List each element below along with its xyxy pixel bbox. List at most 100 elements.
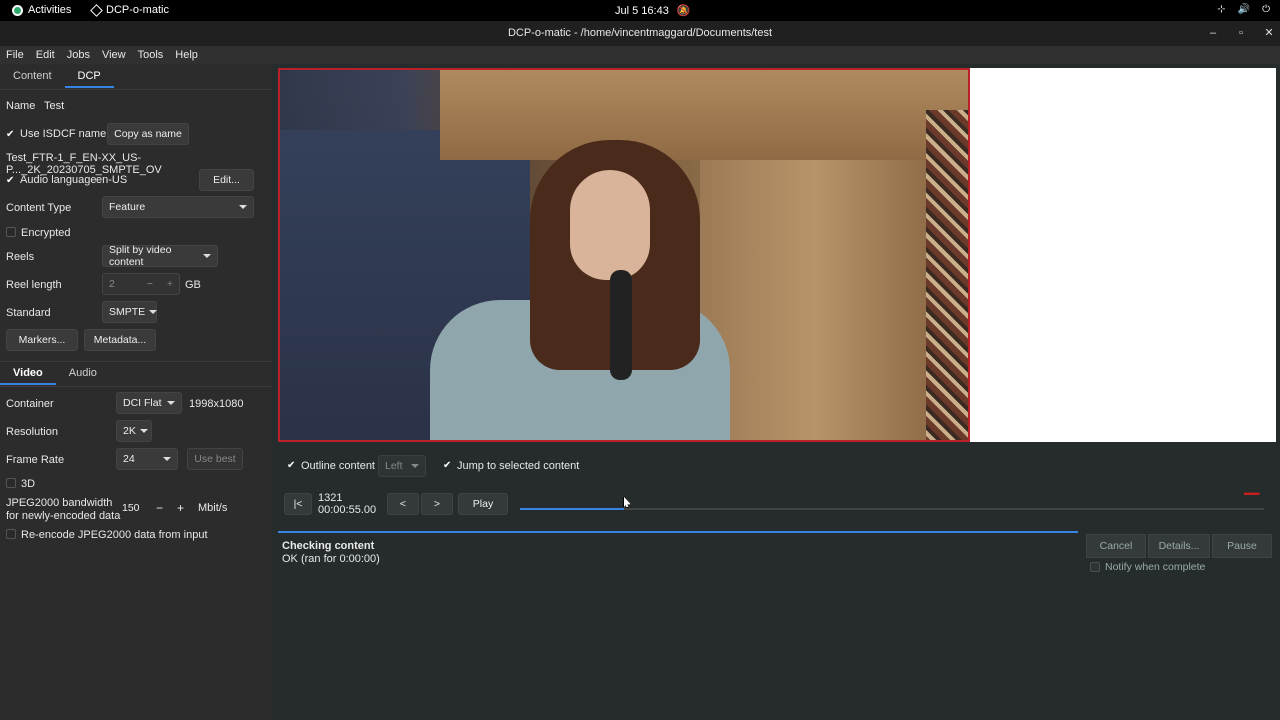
standard-dropdown[interactable]: SMPTE bbox=[102, 301, 158, 323]
jpeg-bandwidth-plus-icon[interactable]: + bbox=[177, 501, 184, 515]
clock[interactable]: Jul 5 16:43 🔕 bbox=[615, 4, 691, 18]
timeline-marker-icon: ▬▬ bbox=[1244, 488, 1260, 497]
menu-view[interactable]: View bbox=[96, 49, 132, 61]
container-label: Container bbox=[6, 398, 54, 410]
checkmark-icon: ✔ bbox=[6, 175, 15, 186]
jpeg-bandwidth-label: JPEG2000 bandwidth for newly-encoded dat… bbox=[6, 497, 120, 523]
close-button[interactable]: ✕ bbox=[1258, 21, 1280, 46]
jpeg-bandwidth-minus-icon[interactable]: − bbox=[156, 501, 163, 515]
reel-length-minus-icon[interactable]: − bbox=[147, 278, 153, 290]
menu-tools[interactable]: Tools bbox=[132, 49, 170, 61]
video-scene-wall bbox=[700, 160, 930, 440]
next-frame-button[interactable]: > bbox=[421, 493, 453, 515]
audio-language-edit-button[interactable]: Edit... bbox=[199, 169, 254, 191]
metadata-button[interactable]: Metadata... bbox=[84, 329, 156, 351]
audio-language-label: Audio language bbox=[20, 174, 97, 186]
copy-as-name-button[interactable]: Copy as name bbox=[107, 123, 189, 145]
reencode-label: Re-encode JPEG2000 data from input bbox=[21, 529, 208, 541]
chevron-down-icon bbox=[411, 464, 419, 468]
three-d-label: 3D bbox=[21, 478, 36, 490]
video-preview[interactable] bbox=[278, 68, 970, 442]
left-panel: Content DCP Name Test ✔ Use ISDCF name Co… bbox=[0, 64, 272, 720]
menu-jobs[interactable]: Jobs bbox=[61, 49, 96, 61]
app-menu-label: DCP-o-matic bbox=[106, 4, 169, 16]
frame-rate-label: Frame Rate bbox=[6, 454, 65, 466]
subtab-divider bbox=[0, 386, 272, 387]
tab-audio[interactable]: Audio bbox=[56, 363, 110, 385]
app-menu[interactable]: DCP-o-matic bbox=[90, 3, 169, 17]
menu-help[interactable]: Help bbox=[169, 49, 204, 61]
tab-dcp[interactable]: DCP bbox=[64, 66, 114, 88]
jpeg-bandwidth-spin[interactable]: 150 − + bbox=[116, 497, 190, 519]
power-icon: ⏻ bbox=[1262, 4, 1270, 15]
chevron-down-icon bbox=[163, 457, 171, 461]
system-tray[interactable]: ⊹ 🔊 ⏻ bbox=[1217, 4, 1270, 15]
menu-bar: File Edit Jobs View Tools Help bbox=[0, 46, 1280, 64]
reel-length-value: 2 bbox=[109, 278, 115, 290]
jpeg-bandwidth-value: 150 bbox=[122, 502, 140, 514]
section-divider bbox=[0, 361, 272, 362]
three-d-checkbox[interactable]: 3D bbox=[6, 478, 35, 490]
previous-frame-button[interactable]: < bbox=[387, 493, 419, 515]
video-scene-roof bbox=[440, 70, 968, 160]
timecode-display: 1321 00:00:55.00 bbox=[318, 492, 376, 516]
menu-edit[interactable]: Edit bbox=[30, 49, 61, 61]
volume-icon: 🔊 bbox=[1237, 4, 1251, 15]
maximize-button[interactable]: ▫ bbox=[1230, 21, 1252, 46]
to-start-button[interactable]: |< bbox=[284, 493, 312, 515]
resolution-dropdown[interactable]: 2K bbox=[116, 420, 152, 442]
jpeg-bandwidth-label-line2: for newly-encoded data bbox=[6, 510, 121, 522]
checkbox-box-icon bbox=[6, 478, 16, 488]
preview-blank-area bbox=[970, 68, 1276, 442]
container-dropdown[interactable]: DCI Flat bbox=[116, 392, 182, 414]
play-button[interactable]: Play bbox=[458, 493, 508, 515]
reencode-checkbox[interactable]: Re-encode JPEG2000 data from input bbox=[6, 529, 208, 541]
encrypted-checkbox[interactable]: Encrypted bbox=[6, 227, 71, 239]
eye-dropdown[interactable]: Left bbox=[378, 455, 426, 477]
audio-language-checkbox[interactable]: ✔ Audio language bbox=[6, 174, 96, 186]
frame-rate-value: 24 bbox=[123, 453, 135, 465]
name-field[interactable]: Test bbox=[40, 96, 242, 116]
standard-value: SMPTE bbox=[109, 306, 146, 318]
checkbox-box-icon bbox=[1090, 562, 1100, 572]
chevron-down-icon bbox=[149, 310, 158, 314]
reel-length-plus-icon[interactable]: + bbox=[167, 278, 173, 290]
tab-content[interactable]: Content bbox=[0, 66, 65, 88]
activities-button[interactable]: Activities bbox=[12, 4, 71, 16]
name-field-value: Test bbox=[44, 100, 65, 112]
playback-slider[interactable] bbox=[520, 508, 1264, 510]
tab-divider bbox=[0, 89, 272, 90]
jump-to-selected-checkbox[interactable]: ✔ Jump to selected content bbox=[443, 460, 579, 472]
reel-length-spin[interactable]: 2 − + bbox=[102, 273, 180, 295]
reels-dropdown[interactable]: Split by video content bbox=[102, 244, 218, 268]
use-isdcf-checkbox[interactable]: ✔ Use ISDCF name bbox=[6, 128, 106, 140]
tab-video[interactable]: Video bbox=[0, 363, 56, 385]
use-isdcf-label: Use ISDCF name bbox=[20, 128, 107, 140]
job-details-button[interactable]: Details... bbox=[1148, 534, 1210, 558]
resolution-value: 2K bbox=[123, 425, 136, 437]
markers-button[interactable]: Markers... bbox=[6, 329, 78, 351]
notify-when-complete-checkbox[interactable]: Notify when complete bbox=[1090, 561, 1205, 573]
activities-label: Activities bbox=[28, 4, 72, 16]
menu-file[interactable]: File bbox=[0, 49, 30, 61]
use-best-button[interactable]: Use best bbox=[187, 448, 243, 470]
system-top-bar: Activities DCP-o-matic Jul 5 16:43 🔕 ⊹ 🔊… bbox=[0, 0, 1280, 21]
chevron-down-icon bbox=[239, 205, 247, 209]
job-title: Checking content bbox=[282, 540, 375, 552]
video-scene-face bbox=[570, 170, 650, 280]
frame-rate-dropdown[interactable]: 24 bbox=[116, 448, 178, 470]
window-title-bar: DCP-o-matic - /home/vincentmaggard/Docum… bbox=[0, 21, 1280, 46]
content-type-value: Feature bbox=[109, 201, 146, 213]
job-progress-fill bbox=[278, 531, 1078, 533]
window-title: DCP-o-matic - /home/vincentmaggard/Docum… bbox=[507, 27, 773, 39]
notify-when-complete-label: Notify when complete bbox=[1105, 561, 1206, 573]
network-icon: ⊹ bbox=[1217, 4, 1226, 15]
outline-content-checkbox[interactable]: ✔ Outline content bbox=[287, 460, 375, 472]
content-type-dropdown[interactable]: Feature bbox=[102, 196, 254, 218]
playback-slider-fill bbox=[520, 508, 625, 510]
encrypted-label: Encrypted bbox=[21, 227, 71, 239]
job-cancel-button[interactable]: Cancel bbox=[1086, 534, 1146, 558]
minimize-button[interactable]: – bbox=[1202, 21, 1224, 46]
checkmark-icon: ✔ bbox=[287, 460, 296, 471]
job-pause-button[interactable]: Pause bbox=[1212, 534, 1272, 558]
